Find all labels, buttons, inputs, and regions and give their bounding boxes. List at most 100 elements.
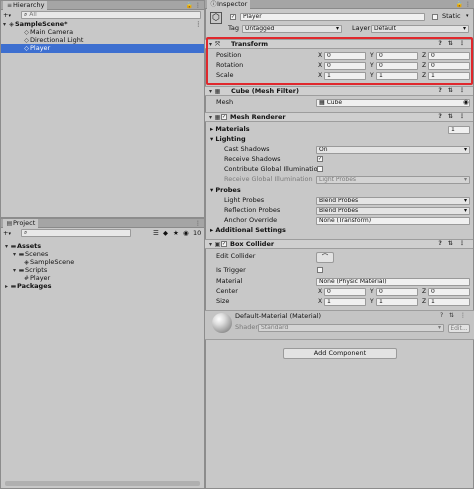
layer-dropdown[interactable]: Default (371, 25, 469, 33)
mesh-renderer-header[interactable]: ▾ ▦ ✓ Mesh Renderer ? ⇅ ⋮ (205, 112, 473, 122)
shader-edit-button[interactable]: Edit... (448, 324, 470, 333)
expand-arrow-icon[interactable]: ▸ (210, 226, 213, 234)
expand-arrow-icon[interactable]: ▾ (11, 266, 18, 275)
center-x-field[interactable]: 0 (324, 288, 366, 296)
tag-dropdown[interactable]: Untagged (242, 25, 342, 33)
box-collider-icon: ▣ (214, 241, 221, 248)
size-z-label: Z (422, 298, 427, 305)
expand-arrow-icon[interactable]: ▸ (210, 125, 213, 133)
component-menu-icons[interactable]: ? ⇅ ⋮ (438, 240, 467, 248)
gameobject-icon: ◇ (24, 45, 29, 52)
hierarchy-tab[interactable]: ≡Hierarchy (3, 1, 48, 10)
size-x-label: X (318, 298, 323, 305)
search-input[interactable]: ⌕ All (21, 11, 201, 19)
chevron-down-icon[interactable]: ▾ (8, 13, 11, 19)
size-z-field[interactable]: 1 (428, 298, 470, 306)
add-component-button[interactable]: Add Component (283, 348, 397, 359)
probes-foldout[interactable]: ▾ Probes (210, 186, 241, 195)
receive-shadows-checkbox[interactable]: ✓ (317, 156, 323, 162)
box-collider-enabled-checkbox[interactable]: ✓ (221, 241, 227, 247)
cast-shadows-dropdown[interactable]: On (316, 146, 470, 154)
materials-foldout[interactable]: ▸ Materials (210, 125, 250, 134)
eye-icon[interactable]: ◉ (183, 229, 189, 238)
project-tabbar: ▤Project ⋮ (1, 219, 204, 228)
expand-arrow-icon[interactable]: ▾ (11, 250, 18, 259)
is-trigger-checkbox[interactable] (317, 267, 323, 273)
hierarchy-scene-menu-icon[interactable]: ⋮ (195, 20, 202, 29)
expand-arrow-icon[interactable]: ▾ (207, 114, 214, 122)
mesh-filter-header[interactable]: ▾ ▦ Cube (Mesh Filter) ? ⇅ ⋮ (205, 86, 473, 96)
receive-shadows-label: Receive Shadows (224, 155, 281, 163)
hierarchy-panel: ≡Hierarchy 🔒 ⋮ +▾ ⌕ All ▾ ◈SampleScene* ◇… (0, 0, 205, 218)
cast-shadows-label: Cast Shadows (224, 145, 270, 153)
project-tab-menu-icon[interactable]: ⋮ (195, 219, 201, 228)
label-icon[interactable]: ◆ (163, 229, 168, 238)
light-probes-label: Light Probes (224, 196, 265, 204)
edit-collider-button[interactable]: ⌒ (316, 252, 334, 263)
materials-count-field[interactable]: 1 (448, 126, 470, 134)
size-label: Size (216, 297, 230, 305)
hierarchy-tabbar: ≡Hierarchy 🔒 ⋮ (1, 1, 204, 10)
size-y-field[interactable]: 1 (376, 298, 418, 306)
chevron-down-icon[interactable]: ▾ (8, 231, 11, 237)
receive-gi-label: Receive Global Illumination (224, 175, 313, 183)
hierarchy-tab-menu-icon[interactable]: 🔒 ⋮ (186, 1, 201, 10)
contribute-gi-checkbox[interactable] (317, 166, 323, 172)
reflection-probes-dropdown[interactable]: Blend Probes (316, 207, 470, 215)
inspector-tab-menu-icon[interactable]: 🔒 ⋮ (456, 0, 471, 9)
additional-settings-foldout[interactable]: ▸ Additional Settings (210, 226, 286, 235)
physic-material-field[interactable]: None (Physic Material) (316, 278, 470, 286)
project-tree-packages[interactable]: ▸ ▬Packages (3, 282, 51, 291)
reflection-probes-label: Reflection Probes (224, 206, 281, 214)
center-z-field[interactable]: 0 (428, 288, 470, 296)
center-label: Center (216, 287, 238, 295)
inspector-tabbar: ⓘInspector 🔒 ⋮ (205, 0, 474, 9)
material-menu-icons[interactable]: ? ⇅ ⋮ (440, 312, 468, 319)
anchor-override-field[interactable]: None (Transform) (316, 217, 470, 225)
center-z-label: Z (422, 288, 427, 295)
expand-arrow-icon[interactable]: ▾ (207, 241, 214, 249)
expand-arrow-icon[interactable]: ▾ (210, 186, 213, 194)
shader-dropdown: Standard (258, 324, 444, 332)
expand-arrow-icon[interactable]: ▾ (210, 135, 213, 143)
static-dropdown-icon[interactable]: ▾ (466, 12, 469, 21)
filter-icon[interactable]: ☰ (153, 229, 159, 238)
box-collider-header[interactable]: ▾ ▣ ✓ Box Collider ? ⇅ ⋮ (205, 239, 473, 249)
expand-arrow-icon[interactable]: ▸ (3, 282, 10, 291)
expand-arrow-icon[interactable]: ▾ (207, 88, 214, 96)
hierarchy-item-player[interactable]: ◇Player (1, 44, 204, 53)
center-y-label: Y (370, 288, 374, 295)
object-picker-icon[interactable]: ◉ (463, 98, 469, 107)
anchor-override-label: Anchor Override (224, 216, 278, 224)
material-preview-sphere (212, 313, 232, 333)
lighting-foldout[interactable]: ▾ Lighting (210, 135, 246, 144)
mesh-field[interactable]: ▦ Cube (316, 99, 470, 107)
gameobject-cube-icon: ⬡ (210, 12, 222, 24)
center-x-label: X (318, 288, 323, 295)
component-menu-icons[interactable]: ? ⇅ ⋮ (438, 87, 467, 95)
project-search-input[interactable]: ⌕ (21, 229, 131, 237)
expand-arrow-icon[interactable]: ▾ (3, 242, 10, 251)
object-name-field[interactable]: Player (240, 13, 425, 21)
star-icon[interactable]: ★ (173, 229, 179, 238)
mesh-renderer-icon: ▦ (214, 114, 221, 121)
center-y-field[interactable]: 0 (376, 288, 418, 296)
active-checkbox[interactable]: ✓ (230, 14, 236, 20)
component-menu-icons[interactable]: ? ⇅ ⋮ (438, 113, 467, 121)
material-title: Default-Material (Material) (235, 312, 322, 320)
folder-icon: ▬ (10, 283, 17, 290)
light-probes-dropdown[interactable]: Blend Probes (316, 197, 470, 205)
project-tab[interactable]: ▤Project (3, 219, 39, 228)
mesh-icon: ▦ (319, 99, 325, 106)
search-icon: ⌕ (24, 11, 28, 18)
hierarchy-toolbar: +▾ ⌕ All (3, 11, 203, 20)
mesh-renderer-enabled-checkbox[interactable]: ✓ (221, 114, 227, 120)
list-icon: ≡ (6, 2, 13, 9)
material-label: Material (216, 277, 243, 285)
size-x-field[interactable]: 1 (324, 298, 366, 306)
static-checkbox[interactable] (432, 14, 438, 20)
inspector-tab[interactable]: ⓘInspector (207, 0, 251, 9)
project-scrollbar[interactable] (5, 481, 200, 486)
transform-highlight-box (206, 37, 473, 85)
edit-collider-label: Edit Collider (216, 252, 256, 260)
